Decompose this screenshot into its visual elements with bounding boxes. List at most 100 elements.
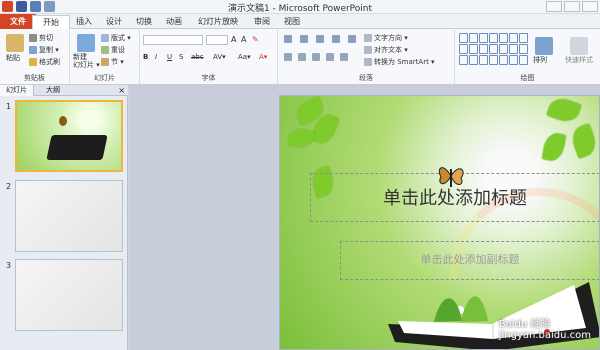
arrange-icon[interactable]	[535, 37, 553, 55]
shape-icon[interactable]	[509, 44, 518, 54]
clear-formatting-icon[interactable]: ✎	[252, 35, 259, 44]
drawing-group: 排列 快速样式 绘图	[455, 30, 600, 84]
increase-indent-icon	[332, 35, 340, 43]
layout-label: 版式 ▾	[111, 34, 131, 42]
close-pane-icon[interactable]: ×	[118, 85, 125, 96]
shape-icon[interactable]	[519, 55, 528, 65]
numbering-button[interactable]	[300, 35, 310, 43]
slide-number: 2	[6, 182, 12, 191]
shape-icon[interactable]	[489, 44, 498, 54]
align-text-button[interactable]: 对齐文本 ▾	[364, 45, 408, 55]
grow-font-button[interactable]: A	[231, 35, 236, 44]
ribbon: 粘贴 剪切 复制 ▾ 格式刷 剪贴板 新建 幻灯片 ▾ 版式 ▾ 重设 节 ▾ …	[0, 29, 600, 85]
font-color-button[interactable]: A▾	[259, 53, 267, 61]
spacing-button[interactable]: AV▾	[213, 53, 226, 61]
shape-icon[interactable]	[519, 33, 528, 43]
shadow-button[interactable]: S	[179, 53, 183, 61]
shape-icon[interactable]	[489, 55, 498, 65]
shape-icon[interactable]	[459, 44, 468, 54]
slide-number: 1	[6, 102, 12, 111]
baidu-jingyan: 经验	[530, 319, 551, 330]
align-right-icon	[312, 53, 320, 61]
font-name-field[interactable]	[143, 35, 203, 45]
slide-number: 3	[6, 261, 12, 270]
slide-subtitle[interactable]: 单击此处添加副标题	[340, 251, 599, 267]
reset-button[interactable]: 重设	[101, 45, 125, 55]
tab-animations[interactable]: 动画	[156, 14, 192, 29]
slide-thumbnail-3[interactable]	[15, 259, 123, 331]
decrease-indent-button[interactable]	[316, 35, 326, 43]
cut-label: 剪切	[39, 34, 53, 42]
line-spacing-button[interactable]	[348, 35, 358, 43]
font-label: 字体	[201, 74, 216, 82]
section-button[interactable]: 节 ▾	[101, 57, 124, 67]
align-left-button[interactable]	[284, 53, 294, 61]
minimize-button[interactable]	[546, 1, 562, 12]
maximize-button[interactable]	[564, 1, 580, 12]
section-icon	[101, 58, 109, 66]
reset-icon	[101, 46, 109, 54]
shape-icon[interactable]	[509, 55, 518, 65]
cut-icon	[29, 34, 37, 42]
current-slide[interactable]: 单击此处添加标题 单击此处添加副标题 Baidu 经验 jingyan.baidu…	[279, 95, 600, 350]
tab-home[interactable]: 开始	[32, 15, 70, 29]
underline-button[interactable]: U	[167, 53, 172, 61]
paragraph-group: 文字方向 ▾ 对齐文本 ▾ 转换为 SmartArt ▾ 段落	[278, 30, 455, 84]
align-right-button[interactable]	[312, 53, 322, 61]
paste-icon[interactable]	[6, 34, 24, 52]
text-direction-button[interactable]: 文字方向 ▾	[364, 33, 408, 43]
font-size-field[interactable]	[206, 35, 228, 45]
shape-icon[interactable]	[459, 33, 468, 43]
shape-icon[interactable]	[519, 44, 528, 54]
shape-icon[interactable]	[469, 55, 478, 65]
new-slide-button[interactable]: 新建 幻灯片 ▾	[73, 53, 100, 69]
shape-icon[interactable]	[469, 44, 478, 54]
bullets-button[interactable]	[284, 35, 294, 43]
justify-button[interactable]	[326, 53, 336, 61]
tab-outline-pane[interactable]: 大纲	[40, 85, 66, 96]
shape-icon[interactable]	[479, 44, 488, 54]
change-case-button[interactable]: Aa▾	[238, 53, 251, 61]
slide-thumbnail-1[interactable]	[15, 100, 123, 172]
shape-icon[interactable]	[459, 55, 468, 65]
baidu-watermark: Baidu 经验 jingyan.baidu.com	[499, 315, 591, 341]
center-button[interactable]	[298, 53, 308, 61]
copy-button[interactable]: 复制 ▾	[29, 45, 59, 55]
tab-file[interactable]: 文件	[0, 14, 36, 29]
format-painter-button[interactable]: 格式刷	[29, 57, 60, 67]
tab-slides-pane[interactable]: 幻灯片	[0, 85, 34, 96]
butterfly-icon	[59, 116, 67, 126]
cut-button[interactable]: 剪切	[29, 33, 53, 43]
bold-button[interactable]: B	[143, 53, 148, 61]
shrink-font-button[interactable]: A	[241, 35, 246, 44]
strikethrough-button[interactable]: abc	[191, 53, 204, 61]
italic-button[interactable]: I	[155, 53, 157, 61]
shape-icon[interactable]	[509, 33, 518, 43]
clipboard-label: 剪贴板	[24, 74, 45, 82]
tab-slideshow[interactable]: 幻灯片放映	[188, 14, 248, 29]
shape-icon[interactable]	[499, 33, 508, 43]
arrange-button[interactable]: 排列	[533, 55, 547, 65]
text-direction-label: 文字方向 ▾	[374, 34, 408, 42]
quick-styles-icon[interactable]	[570, 37, 588, 55]
tab-view[interactable]: 视图	[274, 14, 310, 29]
slide-thumbnail-2[interactable]	[15, 180, 123, 252]
justify-icon	[326, 53, 334, 61]
shape-icon[interactable]	[489, 33, 498, 43]
close-button[interactable]	[582, 1, 598, 12]
shape-icon[interactable]	[499, 44, 508, 54]
layout-button[interactable]: 版式 ▾	[101, 33, 131, 43]
shape-icon[interactable]	[499, 55, 508, 65]
leaf-icon	[287, 127, 315, 149]
layout-icon	[101, 34, 109, 42]
shape-icon[interactable]	[479, 55, 488, 65]
shape-icon[interactable]	[479, 33, 488, 43]
shape-icon[interactable]	[469, 33, 478, 43]
increase-indent-button[interactable]	[332, 35, 342, 43]
convert-smartart-button[interactable]: 转换为 SmartArt ▾	[364, 57, 435, 67]
columns-button[interactable]	[340, 53, 350, 61]
shapes-gallery[interactable]	[459, 33, 529, 67]
paste-button[interactable]: 粘贴	[6, 53, 20, 63]
quick-styles-button[interactable]: 快速样式	[565, 55, 593, 65]
new-slide-icon[interactable]	[77, 34, 95, 52]
